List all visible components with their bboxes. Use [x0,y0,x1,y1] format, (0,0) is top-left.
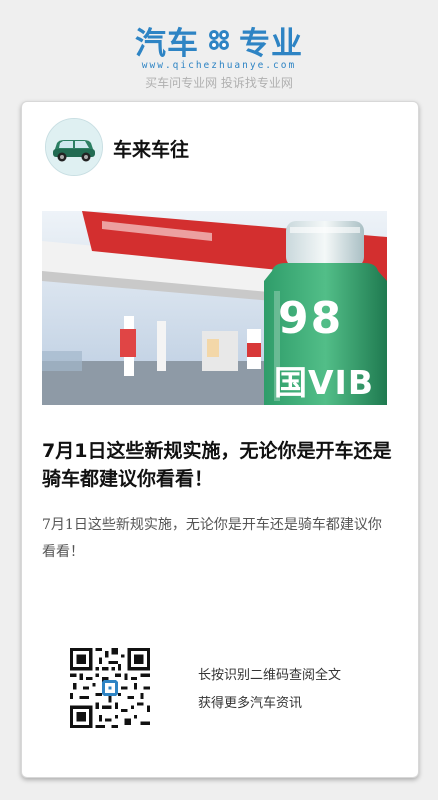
qr-caption: 长按识别二维码查阅全文 获得更多汽车资讯 [198,662,341,718]
car-icon [46,119,102,175]
share-card: 车来车往 98 国VIB 7月1日这些新规实施，无论你是开车还是骑车都建议你看看… [21,101,419,778]
author-avatar [45,118,103,176]
qr-caption-line1: 长按识别二维码查阅全文 [198,668,342,683]
brand-slogan: 买车问专业网 投诉找专业网 [145,76,293,90]
qr-caption-line2: 获得更多汽车资讯 [198,696,303,711]
brand-url: www.qichezhuanye.com [141,60,297,71]
brand-word-right: 专业 [239,25,303,62]
brand-header: 汽车 专业 www.qichezhuanye.com 买车问专业网 投诉找专业网 [0,18,438,91]
article-summary: 7月1日这些新规实施，无论你是开车还是骑车都建议你看看！ [42,517,382,560]
article-title[interactable]: 7月1日这些新规实施，无论你是开车还是骑车都建议你看看！ [42,437,392,493]
brand-logo: 汽车 专业 [0,18,438,62]
qr-code-icon[interactable] [70,648,150,728]
brand-word-left: 汽车 [135,25,199,62]
author-name: 车来车往 [113,139,190,161]
octane-number: 98 [278,293,344,344]
gear-icon [209,30,229,50]
emission-standard: 国VIB [274,363,374,402]
cover-image[interactable]: 98 国VIB [42,211,387,405]
